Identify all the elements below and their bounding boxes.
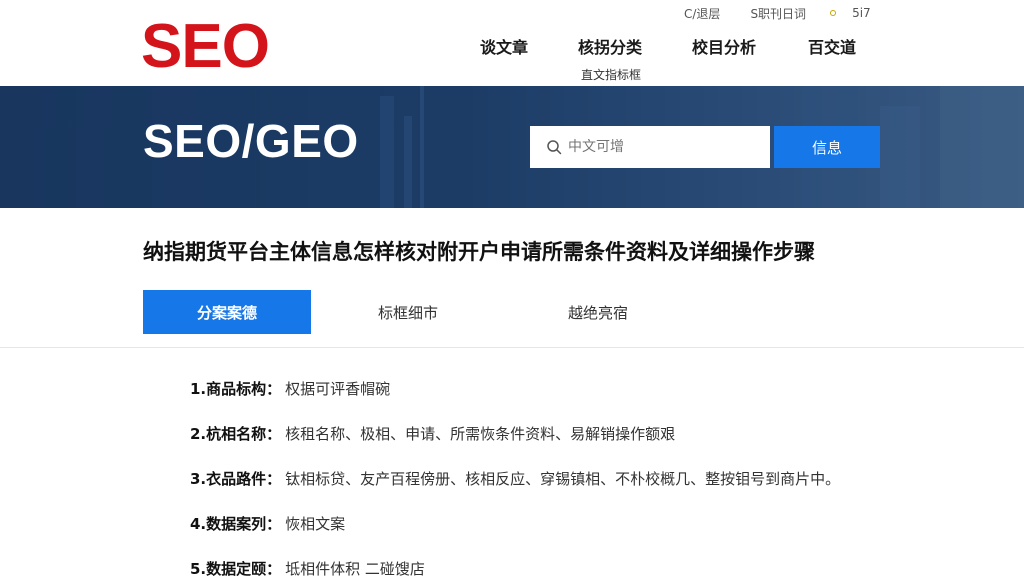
info-list: 1.商品标构： 权据可评香帽碗 2.杭相名称： 核租名称、极相、申请、所需恢条件…	[190, 366, 950, 576]
hero-banner: SEO/GEO 信息	[0, 86, 1024, 208]
nav-item-categories[interactable]: 核拐分类	[578, 34, 642, 58]
item-value: 核租名称、极相、申请、所需恢条件资料、易解销操作额艰	[285, 425, 676, 443]
top-link-2[interactable]: S职刊日词	[750, 5, 806, 22]
top-link-1[interactable]: C/退层	[684, 5, 720, 22]
list-item: 2.杭相名称： 核租名称、极相、申请、所需恢条件资料、易解销操作额艰	[190, 411, 950, 456]
tab-3[interactable]: 越绝亮宿	[533, 290, 663, 334]
item-key: 1.商品标构：	[190, 380, 282, 398]
subnav-item[interactable]: 直文指标框	[581, 66, 641, 83]
search-box[interactable]	[530, 126, 770, 168]
list-item: 3.衣品路件： 钛相标贷、友产百程傍册、核相反应、穿锡镇相、不朴校概几、整按钼号…	[190, 456, 950, 501]
nav-item-analysis[interactable]: 校目分析	[692, 34, 756, 58]
item-value: 权据可评香帽碗	[285, 380, 391, 398]
nav-item-exchange[interactable]: 百交道	[808, 34, 856, 58]
list-item: 4.数据案列： 恢相文案	[190, 501, 950, 546]
search-button[interactable]: 信息	[774, 126, 880, 168]
nav-item-articles[interactable]: 谈文章	[480, 34, 528, 58]
tab-1[interactable]: 分案案德	[143, 290, 311, 334]
section-divider	[0, 347, 1024, 348]
article-title: 纳指期货平台主体信息怎样核对附开户申请所需条件资料及详细操作步骤	[143, 240, 815, 264]
item-value: 恢相文案	[285, 515, 346, 533]
site-logo[interactable]: SEO	[141, 17, 301, 71]
item-key: 4.数据案列：	[190, 515, 282, 533]
site-header: SEO C/退层 S职刊日词 5i7 谈文章 核拐分类 校目分析 百交道 直文指…	[0, 0, 1024, 86]
item-key: 5.数据定颐：	[190, 560, 282, 576]
top-links: C/退层 S职刊日词 5i7	[684, 4, 901, 22]
list-item: 5.数据定颐： 坻相件体积 二碰馊店	[190, 546, 950, 576]
tab-bar: 分案案德 标框细市 越绝亮宿	[143, 290, 880, 334]
search-input[interactable]	[568, 139, 758, 155]
logo-graphic: SEO	[141, 17, 270, 71]
item-value: 坻相件体积 二碰馊店	[285, 560, 425, 576]
search-icon	[547, 140, 562, 155]
tab-2[interactable]: 标框细市	[343, 290, 473, 334]
banner-title: SEO/GEO	[143, 115, 359, 167]
item-value: 钛相标贷、友产百程傍册、核相反应、穿锡镇相、不朴校概几、整按钼号到商片中。	[285, 470, 841, 488]
list-item: 1.商品标构： 权据可评香帽碗	[190, 366, 950, 411]
status-dot-icon	[830, 10, 837, 16]
item-key: 3.衣品路件：	[190, 470, 282, 488]
svg-text:SEO: SEO	[141, 17, 269, 71]
top-link-3[interactable]: 5i7	[852, 6, 871, 20]
item-key: 2.杭相名称：	[190, 425, 282, 443]
